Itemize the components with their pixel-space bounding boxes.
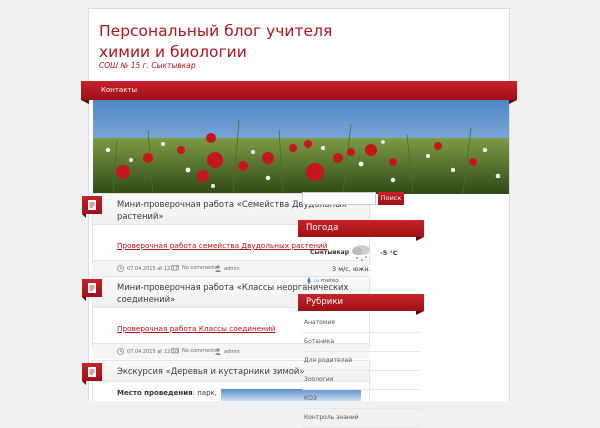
- place-value: : парк,: [192, 389, 217, 397]
- weather-provider-logo[interactable]: ua meteo: [306, 277, 339, 284]
- site-description: СОШ № 15 г. Сыктывкар: [99, 61, 196, 70]
- post-content-link[interactable]: Проверочная работа семейства Двудольных …: [117, 241, 328, 250]
- document-icon: [88, 283, 96, 293]
- header-image: [93, 100, 509, 194]
- post-date: 07.04.2015 at 12:10: [117, 348, 178, 355]
- category-item[interactable]: Для родителей: [302, 352, 420, 371]
- comment-icon: [171, 348, 179, 354]
- category-item[interactable]: Анатомия: [302, 314, 420, 333]
- cloud-snow-icon: [352, 245, 370, 261]
- main-navigation: Контакты: [81, 81, 517, 104]
- post-icon: [82, 279, 102, 301]
- post-content-link[interactable]: Проверочная работа Классы соединений: [117, 324, 276, 333]
- site-title[interactable]: Персональный блог учителя химии и биолог…: [99, 21, 359, 63]
- weather-widget-header: Погода: [298, 220, 424, 241]
- post-comments[interactable]: No comments: [171, 348, 217, 354]
- user-icon: [215, 265, 221, 272]
- categories-widget-header: Рубрики: [298, 294, 424, 315]
- category-item[interactable]: Ботаника: [302, 333, 420, 352]
- search-button[interactable]: Поиск: [378, 192, 404, 205]
- post-author[interactable]: admin: [215, 265, 240, 272]
- post-comments[interactable]: No comments: [171, 265, 217, 271]
- comment-icon: [171, 265, 179, 271]
- category-item[interactable]: Контроль знаний: [302, 409, 420, 428]
- weather-widget-title: Погода: [306, 223, 339, 233]
- poppy-field-image: [93, 100, 509, 194]
- weather-provider-prefix: ua: [314, 278, 319, 283]
- post-comments-text[interactable]: No comments: [182, 265, 217, 271]
- weather-widget: Сыктывкар -5 °C 3 м/с, южн. ua meteo: [302, 242, 410, 290]
- weather-wind: 3 м/с, южн.: [332, 265, 371, 273]
- weather-city: Сыктывкар: [310, 249, 350, 256]
- place-label: Место проведения: [117, 389, 193, 397]
- post-date: 07.04.2015 at 12:17: [117, 265, 178, 272]
- document-icon: [88, 367, 96, 377]
- post-icon: [82, 363, 102, 385]
- weather-temperature: -5 °C: [380, 249, 398, 257]
- document-icon: [88, 200, 96, 210]
- drop-icon: [307, 277, 311, 284]
- clock-icon: [117, 348, 124, 355]
- post-icon: [82, 196, 102, 218]
- categories-widget-title: Рубрики: [306, 297, 343, 307]
- nav-item-contacts[interactable]: Контакты: [101, 86, 137, 94]
- post-author[interactable]: admin: [215, 348, 240, 355]
- post-author-text[interactable]: admin: [224, 349, 240, 355]
- post-excerpt: Место проведения: парк,: [117, 389, 217, 397]
- user-icon: [215, 348, 221, 355]
- post-comments-text[interactable]: No comments: [182, 348, 217, 354]
- post-author-text[interactable]: admin: [224, 266, 240, 272]
- clock-icon: [117, 265, 124, 272]
- search-input[interactable]: [302, 192, 376, 205]
- categories-list: Анатомия Ботаника Для родителей Зоология…: [302, 314, 420, 428]
- category-item[interactable]: Зоология: [302, 371, 420, 390]
- weather-provider-name: meteo: [321, 277, 339, 284]
